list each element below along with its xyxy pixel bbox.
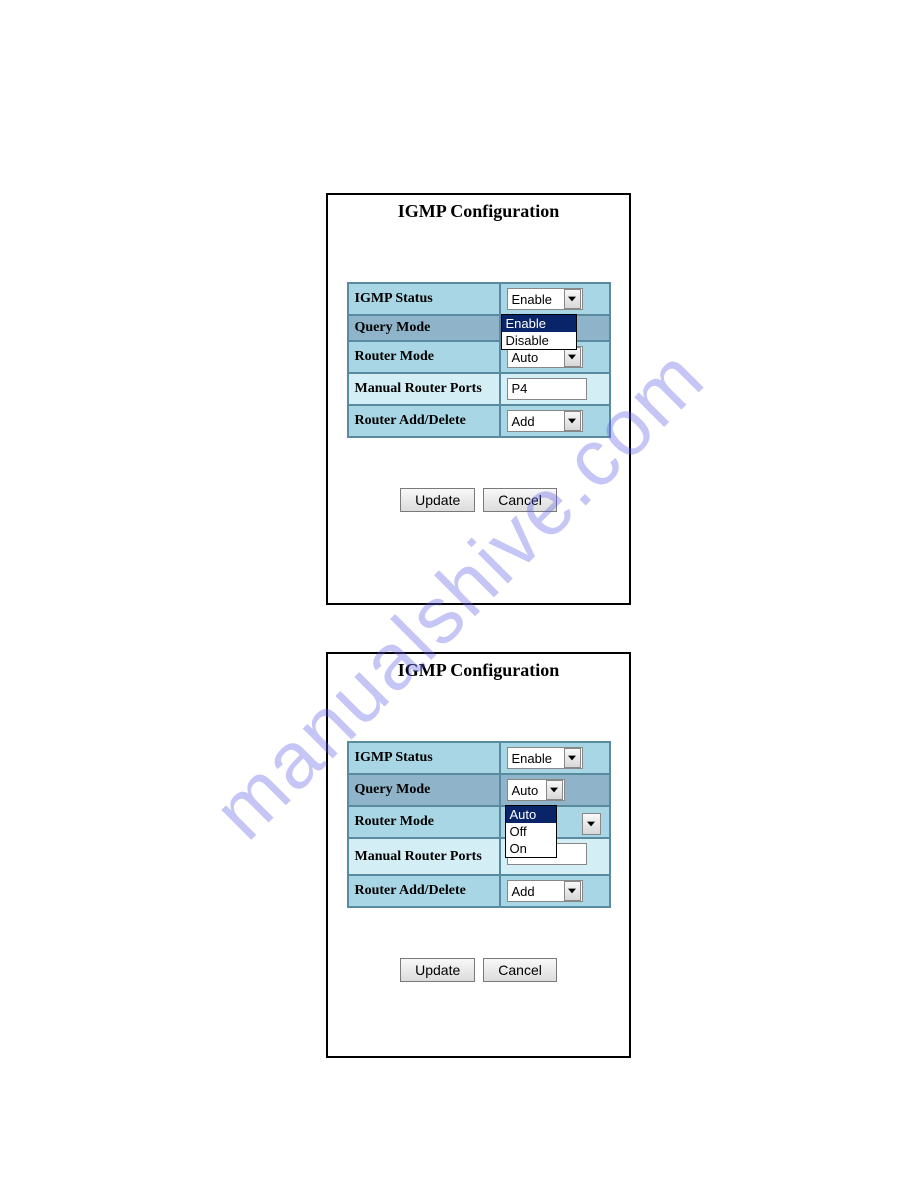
chevron-down-icon[interactable] (564, 347, 581, 367)
dropdown-option[interactable]: On (506, 840, 556, 857)
dropdown-option[interactable]: Auto (506, 806, 556, 823)
chevron-down-icon[interactable] (582, 813, 601, 835)
label-query-mode: Query Mode (348, 315, 500, 341)
label-router-mode: Router Mode (348, 341, 500, 373)
select-router-adddel-value: Add (508, 884, 563, 899)
row-manual-ports: Manual Router Ports P4 (348, 373, 610, 405)
input-manual-ports[interactable]: P4 (507, 378, 587, 400)
select-igmp-status-value: Enable (508, 751, 563, 766)
dropdown-router-mode[interactable]: Auto Off On (505, 805, 557, 858)
select-router-adddel[interactable]: Add (507, 880, 583, 902)
chevron-down-icon[interactable] (564, 748, 581, 768)
dropdown-option[interactable]: Off (506, 823, 556, 840)
update-button[interactable]: Update (400, 488, 475, 512)
chevron-down-icon[interactable] (564, 289, 581, 309)
button-row: Update Cancel (328, 488, 629, 512)
igmp-config-panel-1: IGMP Configuration IGMP Status Enable Qu… (326, 193, 631, 605)
label-manual-ports: Manual Router Ports (348, 838, 500, 875)
label-query-mode: Query Mode (348, 774, 500, 806)
row-router-adddel: Router Add/Delete Add (348, 875, 610, 907)
chevron-down-icon[interactable] (564, 881, 581, 901)
dropdown-option[interactable]: Disable (502, 332, 576, 349)
row-router-adddel: Router Add/Delete Add (348, 405, 610, 437)
update-button[interactable]: Update (400, 958, 475, 982)
select-router-mode-value: Auto (508, 350, 563, 365)
cancel-button[interactable]: Cancel (483, 958, 557, 982)
label-router-adddel: Router Add/Delete (348, 875, 500, 907)
row-query-mode: Query Mode Auto (348, 774, 610, 806)
label-manual-ports: Manual Router Ports (348, 373, 500, 405)
row-manual-ports: Manual Router Ports (348, 838, 610, 875)
chevron-down-icon[interactable] (546, 780, 563, 800)
select-igmp-status[interactable]: Enable (507, 747, 583, 769)
button-row: Update Cancel (328, 958, 629, 982)
select-query-mode-value: Auto (508, 783, 545, 798)
label-igmp-status: IGMP Status (348, 742, 500, 774)
panel-title: IGMP Configuration (328, 201, 629, 222)
row-query-mode: Query Mode Enable Disable (348, 315, 610, 341)
dropdown-query-mode[interactable]: Enable Disable (501, 314, 577, 350)
label-igmp-status: IGMP Status (348, 283, 500, 315)
config-table: IGMP Status Enable Query Mode Enable Dis… (347, 282, 611, 438)
panel-title: IGMP Configuration (328, 660, 629, 681)
select-query-mode[interactable]: Auto (507, 779, 565, 801)
label-router-mode: Router Mode (348, 806, 500, 838)
igmp-config-panel-2: IGMP Configuration IGMP Status Enable Qu… (326, 652, 631, 1058)
chevron-down-icon[interactable] (564, 411, 581, 431)
row-router-mode: Router Mode x Auto Off On (348, 806, 610, 838)
config-table: IGMP Status Enable Query Mode Auto (347, 741, 611, 908)
row-igmp-status: IGMP Status Enable (348, 742, 610, 774)
select-igmp-status-value: Enable (508, 292, 563, 307)
select-router-adddel[interactable]: Add (507, 410, 583, 432)
select-igmp-status[interactable]: Enable (507, 288, 583, 310)
select-router-adddel-value: Add (508, 414, 563, 429)
cancel-button[interactable]: Cancel (483, 488, 557, 512)
label-router-adddel: Router Add/Delete (348, 405, 500, 437)
dropdown-option[interactable]: Enable (502, 315, 576, 332)
row-igmp-status: IGMP Status Enable (348, 283, 610, 315)
